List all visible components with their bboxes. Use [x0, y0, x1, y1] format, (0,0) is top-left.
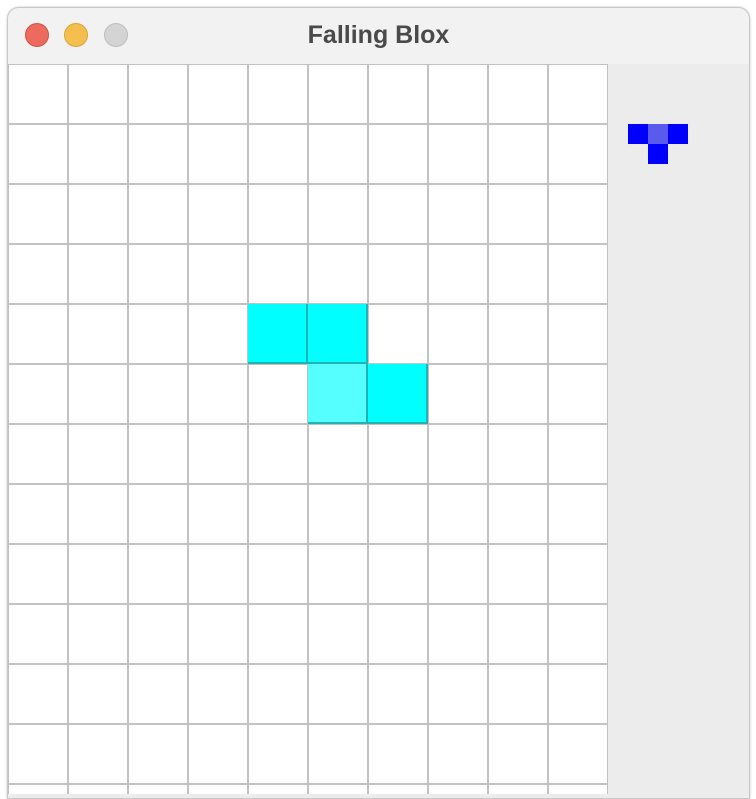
next-piece-block: [668, 124, 688, 144]
window-title: Falling Blox: [307, 21, 450, 49]
active-piece-block: [308, 304, 368, 364]
game-window: Falling Blox: [7, 7, 750, 799]
active-piece-block: [308, 364, 368, 424]
side-panel: [608, 64, 749, 794]
title-bar[interactable]: Falling Blox: [8, 8, 749, 65]
next-piece-block: [628, 124, 648, 144]
game-board[interactable]: [8, 64, 608, 794]
next-piece-block: [648, 124, 668, 144]
active-piece-block: [248, 304, 308, 364]
next-piece-block: [648, 144, 668, 164]
active-piece-block: [368, 364, 428, 424]
